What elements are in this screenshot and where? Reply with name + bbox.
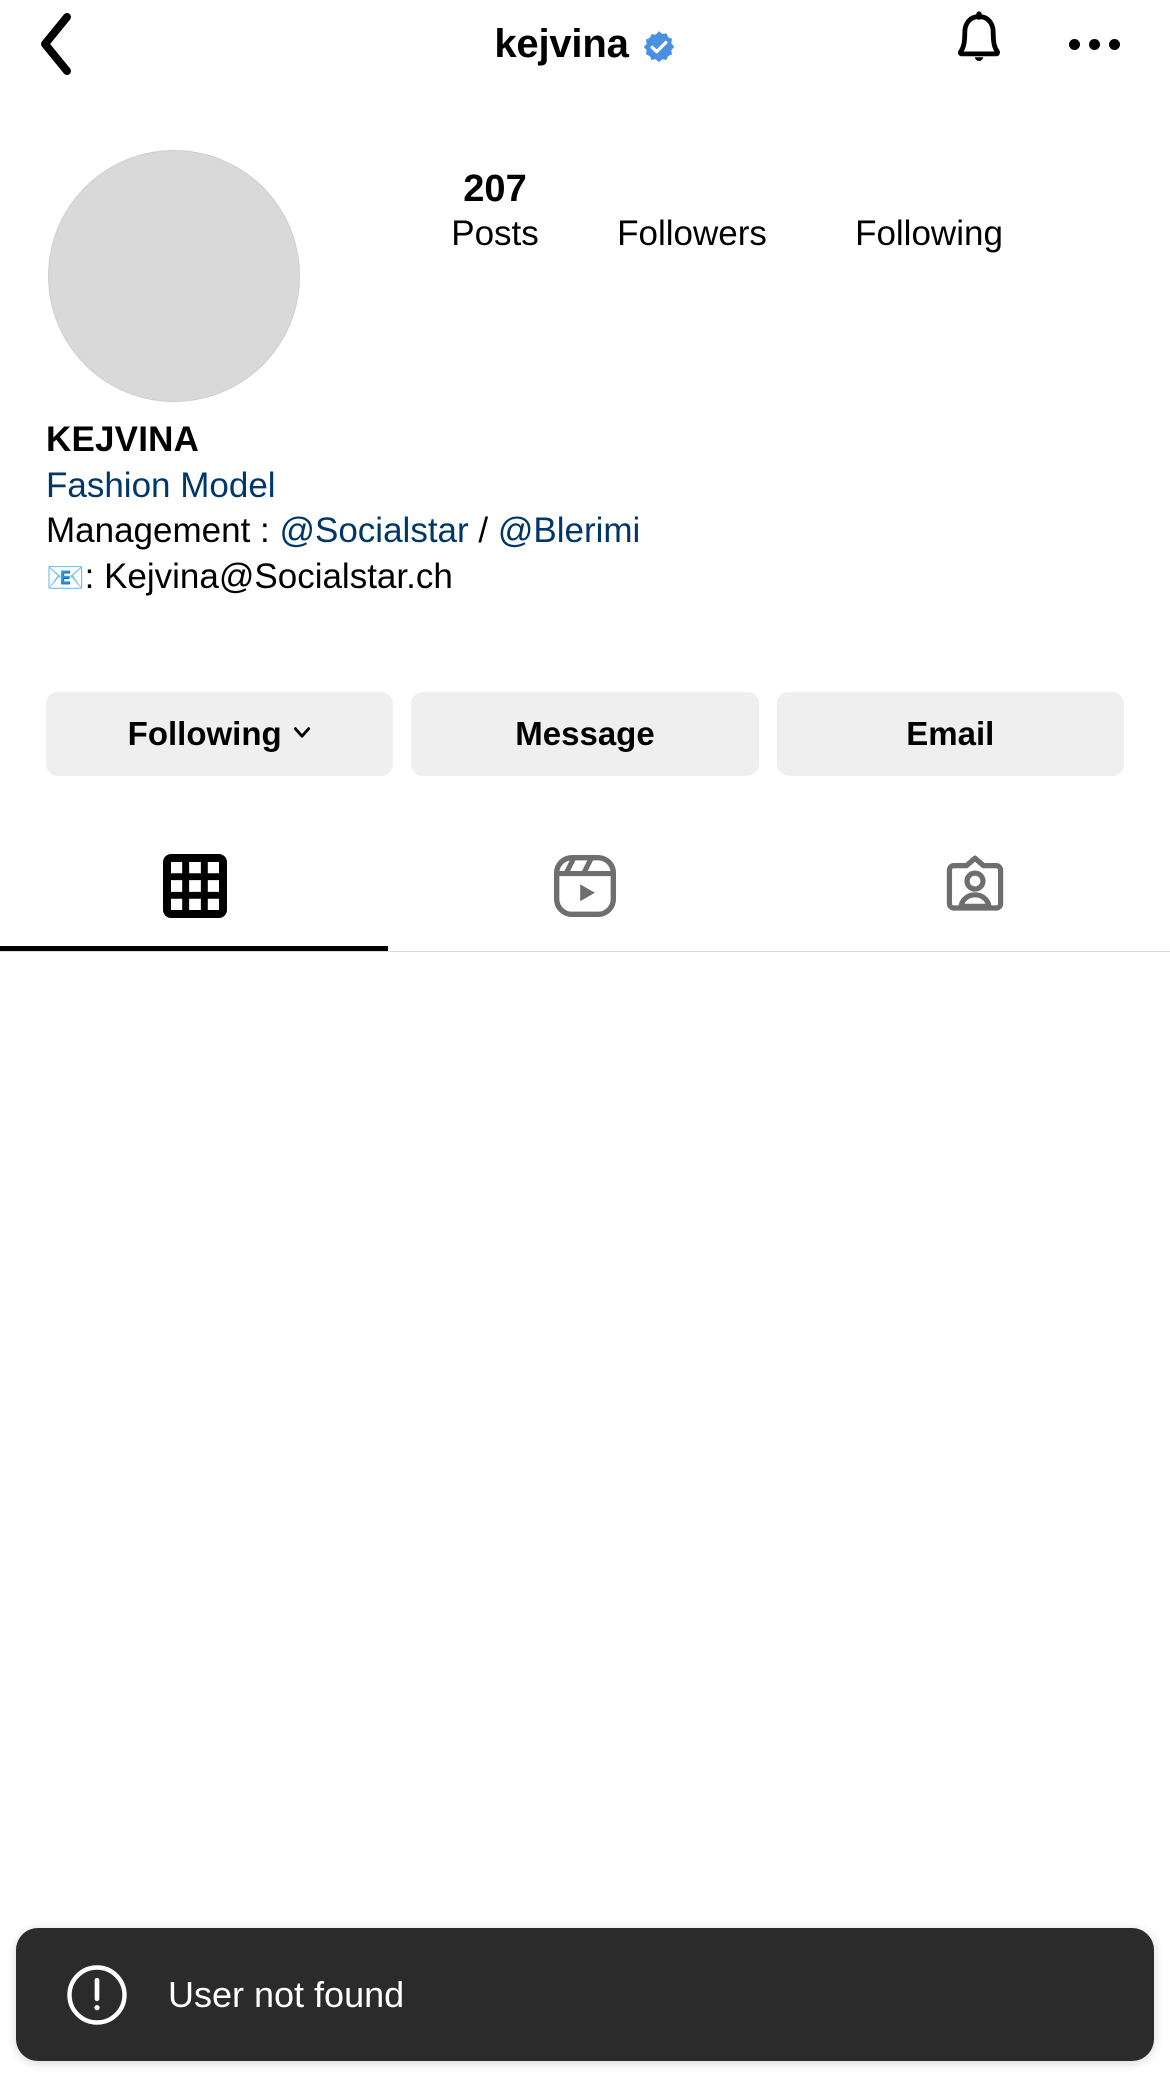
profile-stats-row: 207 Posts Followers Following bbox=[440, 168, 1140, 256]
tab-reels[interactable] bbox=[390, 830, 780, 942]
more-dot-3 bbox=[1108, 38, 1120, 50]
following-button[interactable]: Following bbox=[46, 692, 394, 776]
stat-following-label: Following bbox=[855, 214, 1003, 253]
tab-tagged[interactable] bbox=[780, 830, 1170, 942]
toast-notification: User not found bbox=[16, 1928, 1154, 2061]
stat-posts[interactable]: 207 Posts bbox=[440, 168, 550, 256]
back-button[interactable] bbox=[18, 6, 94, 82]
bio-management-handle-1[interactable]: @Socialstar bbox=[279, 511, 468, 550]
bio-email-address: Kejvina@Socialstar.ch bbox=[104, 556, 453, 596]
posts-grid-empty bbox=[0, 952, 1170, 1900]
message-button-label: Message bbox=[515, 715, 655, 752]
reels-icon bbox=[553, 854, 617, 918]
header-username: kejvina bbox=[494, 22, 629, 66]
following-button-label: Following bbox=[127, 715, 282, 752]
profile-bio: KEJVINA Fashion Model Management : @Soci… bbox=[46, 418, 1126, 599]
more-options-button[interactable] bbox=[1056, 8, 1132, 80]
bio-email-line: 📧: Kejvina@Socialstar.ch bbox=[46, 554, 1126, 600]
instagram-profile-screen: kejvina 207 Posts Followers Following KE… bbox=[0, 0, 1170, 2100]
more-dot-1 bbox=[1068, 38, 1080, 50]
bio-display-name: KEJVINA bbox=[46, 420, 200, 459]
chevron-left-icon bbox=[41, 13, 71, 75]
bio-management-handle-2[interactable]: @Blerimi bbox=[498, 511, 640, 550]
bio-management-line: Management : @Socialstar / @Blerimi bbox=[46, 508, 1126, 554]
bio-management-prefix: Management : bbox=[46, 511, 280, 551]
stat-followers[interactable]: Followers bbox=[587, 168, 797, 256]
stat-posts-label: Posts bbox=[451, 214, 539, 253]
stat-following[interactable]: Following bbox=[829, 168, 1029, 256]
profile-action-buttons: Following Message Email bbox=[46, 692, 1124, 776]
bio-category-line: Fashion Model bbox=[46, 463, 1126, 509]
tab-grid[interactable] bbox=[0, 830, 390, 942]
bio-email-prefix: : bbox=[84, 556, 105, 596]
message-button[interactable]: Message bbox=[411, 692, 759, 776]
grid-icon bbox=[163, 854, 227, 918]
email-envelope-icon: 📧 bbox=[46, 559, 85, 595]
bell-icon bbox=[958, 11, 1000, 62]
bio-management-separator: / bbox=[468, 511, 498, 551]
more-dot-2 bbox=[1088, 38, 1100, 50]
email-button-label: Email bbox=[906, 715, 995, 752]
profile-tab-bar bbox=[0, 830, 1170, 950]
email-button[interactable]: Email bbox=[776, 692, 1124, 776]
bio-category[interactable]: Fashion Model bbox=[46, 466, 276, 505]
stat-followers-label: Followers bbox=[617, 214, 767, 253]
tab-active-underline bbox=[0, 946, 388, 951]
tagged-icon bbox=[946, 855, 1004, 911]
chevron-down-icon bbox=[293, 727, 310, 738]
notifications-button[interactable] bbox=[943, 8, 1015, 80]
profile-header-section: 207 Posts Followers Following bbox=[0, 148, 1170, 408]
stat-posts-value: 207 bbox=[463, 168, 527, 210]
toast-message: User not found bbox=[168, 1973, 405, 2015]
verified-badge-icon bbox=[643, 31, 674, 63]
profile-avatar[interactable] bbox=[48, 150, 300, 402]
top-navigation-bar: kejvina bbox=[0, 0, 1170, 92]
alert-circle-icon bbox=[67, 1964, 127, 2025]
